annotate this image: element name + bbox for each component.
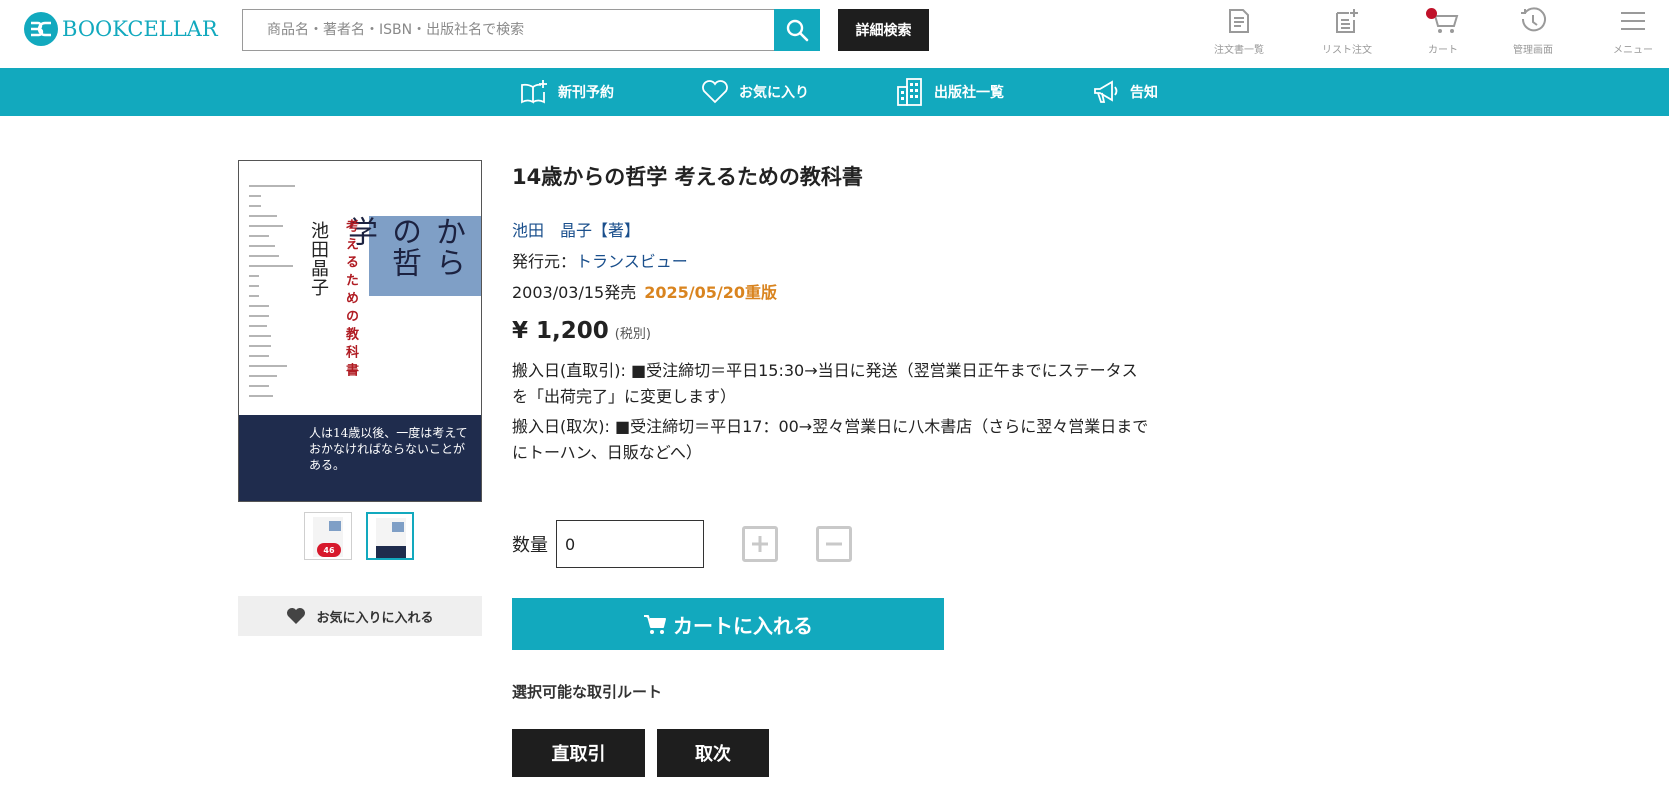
menu-icon bbox=[1620, 6, 1646, 35]
shipping-direct-info: 搬入日(直取引): ■受注締切＝平日15:30→当日に発送（翌営業日正午までにス… bbox=[512, 361, 1138, 406]
cover-toc-line bbox=[249, 335, 271, 337]
nav-label-publishers: 出版社一覧 bbox=[934, 85, 1004, 101]
tax-note: (税別) bbox=[614, 327, 651, 342]
cover-toc-line bbox=[249, 315, 269, 317]
cover-toc-line bbox=[249, 225, 283, 227]
new-book-icon bbox=[521, 80, 547, 104]
add-to-favorites-label: お気に入りに入れる bbox=[316, 610, 434, 626]
cover-toc-line bbox=[249, 235, 269, 237]
publisher-label: 発行元： bbox=[512, 252, 577, 271]
list-order-link[interactable]: リスト注文 bbox=[1302, 6, 1392, 56]
building-icon bbox=[897, 78, 922, 106]
cover-toc-line bbox=[249, 395, 273, 397]
product-author-link[interactable]: 池田 晶子【著】 bbox=[512, 217, 640, 241]
order-history-link[interactable]: 注文書一覧 bbox=[1194, 6, 1284, 56]
thumbnail-1[interactable]: 46 bbox=[304, 512, 352, 560]
cover-toc-line bbox=[249, 245, 275, 247]
cover-author: 池田晶子 bbox=[308, 221, 329, 297]
add-to-cart-button[interactable]: カートに入れる bbox=[512, 598, 944, 650]
thumbnail-image bbox=[376, 518, 406, 558]
publisher-link[interactable]: トランスビュー bbox=[576, 252, 688, 271]
cart-label: カート bbox=[1428, 45, 1458, 56]
cover-toc-line bbox=[249, 325, 267, 327]
cover-toc-line bbox=[249, 345, 271, 347]
search-icon bbox=[786, 19, 809, 42]
cover-toc-line bbox=[249, 355, 269, 357]
site-header: BOOKCELLAR 詳細検索 注文書一覧 bbox=[0, 0, 1669, 68]
cart-link[interactable]: カート bbox=[1398, 6, 1488, 56]
add-to-favorites-button[interactable]: お気に入りに入れる bbox=[238, 596, 482, 636]
search-bar bbox=[242, 9, 820, 51]
cover-toc-line bbox=[249, 375, 277, 377]
logo-mark-icon bbox=[24, 12, 58, 46]
search-input[interactable] bbox=[242, 9, 774, 51]
admin-icon bbox=[1519, 6, 1547, 35]
cart-icon bbox=[644, 615, 666, 634]
release-date-row: 2003/03/15発売 2025/05/20重版 bbox=[512, 279, 777, 303]
route-direct-button[interactable]: 直取引 bbox=[512, 729, 645, 777]
cover-title: 14歳からの哲学 bbox=[342, 216, 481, 287]
advanced-search-button[interactable]: 詳細検索 bbox=[838, 9, 929, 51]
release-date: 2003/03/15発売 bbox=[512, 283, 637, 302]
nav-item-publishers[interactable]: 出版社一覧 bbox=[896, 68, 1004, 116]
nav-label-announcements: 告知 bbox=[1130, 85, 1158, 101]
list-order-label: リスト注文 bbox=[1322, 45, 1372, 56]
reprint-date: 2025/05/20重版 bbox=[644, 283, 777, 302]
quantity-decrease-button[interactable] bbox=[816, 526, 852, 562]
menu-button[interactable]: メニュー bbox=[1588, 6, 1669, 56]
minus-icon bbox=[826, 542, 842, 546]
add-to-cart-label: カートに入れる bbox=[673, 613, 813, 638]
thumbnail-2[interactable] bbox=[366, 512, 414, 560]
product-title: 14歳からの哲学 考えるための教科書 bbox=[512, 165, 863, 189]
nav-label-favorites: お気に入り bbox=[739, 85, 809, 101]
cart-icon bbox=[1426, 6, 1460, 35]
admin-label: 管理画面 bbox=[1513, 45, 1553, 56]
plus-icon bbox=[752, 536, 768, 552]
heart-icon bbox=[702, 80, 728, 104]
nav-item-new-release[interactable]: 新刊予約 bbox=[520, 68, 614, 116]
cover-tagline: 人は14歳以後、一度は考えておかなければならないことがある。 bbox=[309, 426, 468, 472]
cover-toc-line bbox=[249, 205, 261, 207]
search-button[interactable] bbox=[774, 9, 820, 51]
cover-toc-line bbox=[249, 255, 279, 257]
price: ¥ 1,200 bbox=[512, 318, 609, 344]
nav-item-announcements[interactable]: 告知 bbox=[1092, 68, 1158, 116]
cover-toc-line bbox=[249, 285, 259, 287]
nav-item-favorites[interactable]: お気に入り bbox=[701, 68, 809, 116]
megaphone-icon bbox=[1094, 80, 1118, 103]
order-history-icon bbox=[1227, 6, 1251, 35]
cover-toc-line bbox=[249, 365, 287, 367]
thumbnail-badge: 46 bbox=[317, 543, 341, 557]
cover-toc-line bbox=[249, 265, 293, 267]
quantity-label: 数量 bbox=[512, 535, 548, 556]
trade-route-label: 選択可能な取引ルート bbox=[512, 683, 663, 701]
logo[interactable]: BOOKCELLAR bbox=[24, 12, 218, 46]
cart-notification-dot bbox=[1426, 8, 1437, 19]
thumbnail-strip: 46 bbox=[304, 512, 414, 560]
quantity-input[interactable] bbox=[556, 520, 704, 568]
cover-toc-line bbox=[249, 295, 259, 297]
cover-toc-line bbox=[249, 215, 277, 217]
heart-icon bbox=[287, 608, 306, 624]
admin-link[interactable]: 管理画面 bbox=[1488, 6, 1578, 56]
price-row: ¥ 1,200 (税別) bbox=[512, 318, 651, 344]
cover-toc-line bbox=[249, 185, 295, 187]
list-order-icon bbox=[1334, 6, 1360, 35]
cover-toc-line bbox=[249, 385, 269, 387]
cover-toc-line bbox=[249, 195, 261, 197]
publisher-row: 発行元：トランスビュー bbox=[512, 248, 688, 272]
main-nav: 新刊予約 お気に入り 出版社一覧 告知 bbox=[0, 68, 1669, 116]
logo-text: BOOKCELLAR bbox=[62, 17, 218, 41]
book-cover-image: 14歳からの哲学 考えるための教科書 池田晶子 人は14歳以後、一度は考えておか… bbox=[238, 160, 482, 502]
cover-subtitle: 考えるための教科書 bbox=[343, 219, 358, 381]
cover-toc-line bbox=[249, 305, 269, 307]
menu-label: メニュー bbox=[1613, 45, 1653, 56]
cover-toc-line bbox=[249, 275, 259, 277]
shipping-agency-info: 搬入日(取次): ■受注締切＝平日17：00→翌々営業日に八木書店（さらに翌々営… bbox=[512, 417, 1149, 462]
quantity-increase-button[interactable] bbox=[742, 526, 778, 562]
order-history-label: 注文書一覧 bbox=[1214, 45, 1264, 56]
nav-label-new-release: 新刊予約 bbox=[558, 85, 614, 101]
route-agency-button[interactable]: 取次 bbox=[657, 729, 769, 777]
